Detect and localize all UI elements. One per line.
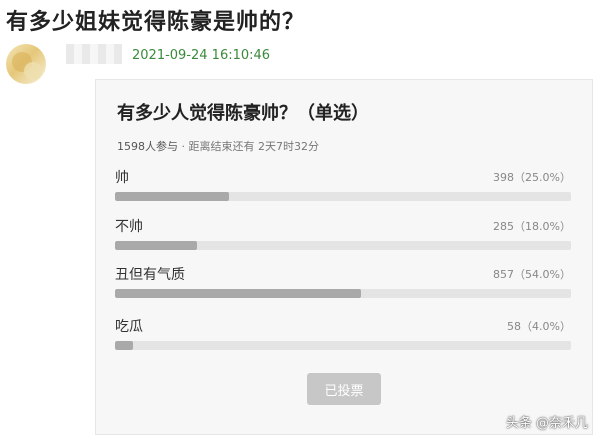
post-timestamp: 2021-09-24 16:10:46	[132, 48, 271, 63]
option-stats: 857（54.0%）	[493, 268, 571, 281]
option-progress-fill	[115, 241, 198, 250]
option-label: 不帅	[115, 219, 143, 235]
option-progress-fill	[115, 289, 362, 298]
watermark: 头条 @奈禾几	[505, 416, 588, 431]
option-label: 丑但有气质	[115, 267, 185, 283]
option-progress-track	[115, 341, 571, 350]
meta-separator: ·	[178, 140, 189, 153]
post-title: 有多少姐妹觉得陈豪是帅的？	[6, 10, 306, 35]
poll-option[interactable]: 吃瓜 58（4.0%）	[115, 316, 573, 352]
option-stats: 398（25.0%）	[493, 171, 571, 184]
participant-count: 1598人参与	[117, 140, 178, 153]
username-blurred[interactable]	[66, 44, 122, 64]
avatar[interactable]	[6, 44, 46, 84]
avatar-blur-patch	[24, 62, 42, 80]
option-progress-track	[115, 289, 571, 298]
poll-option[interactable]: 丑但有气质 857（54.0%）	[115, 264, 573, 300]
option-progress-track	[115, 192, 571, 201]
option-stats: 58（4.0%）	[507, 320, 571, 333]
poll-title: 有多少人觉得陈豪帅？（单选）	[117, 103, 369, 124]
poll-option[interactable]: 不帅 285（18.0%）	[115, 216, 573, 252]
voted-button[interactable]: 已投票	[307, 373, 381, 405]
option-progress-track	[115, 241, 571, 250]
option-stats: 285（18.0%）	[493, 220, 571, 233]
poll-card: 有多少人觉得陈豪帅？（单选） 1598人参与 · 距离结束还有 2天7时32分 …	[95, 79, 593, 435]
poll-option[interactable]: 帅 398（25.0%）	[115, 167, 573, 203]
option-label: 吃瓜	[115, 319, 143, 335]
poll-meta: 1598人参与 · 距离结束还有 2天7时32分	[117, 138, 319, 154]
option-label: 帅	[115, 170, 129, 186]
option-progress-fill	[115, 192, 229, 201]
deadline-text: 距离结束还有 2天7时32分	[188, 140, 320, 153]
option-progress-fill	[115, 341, 134, 350]
